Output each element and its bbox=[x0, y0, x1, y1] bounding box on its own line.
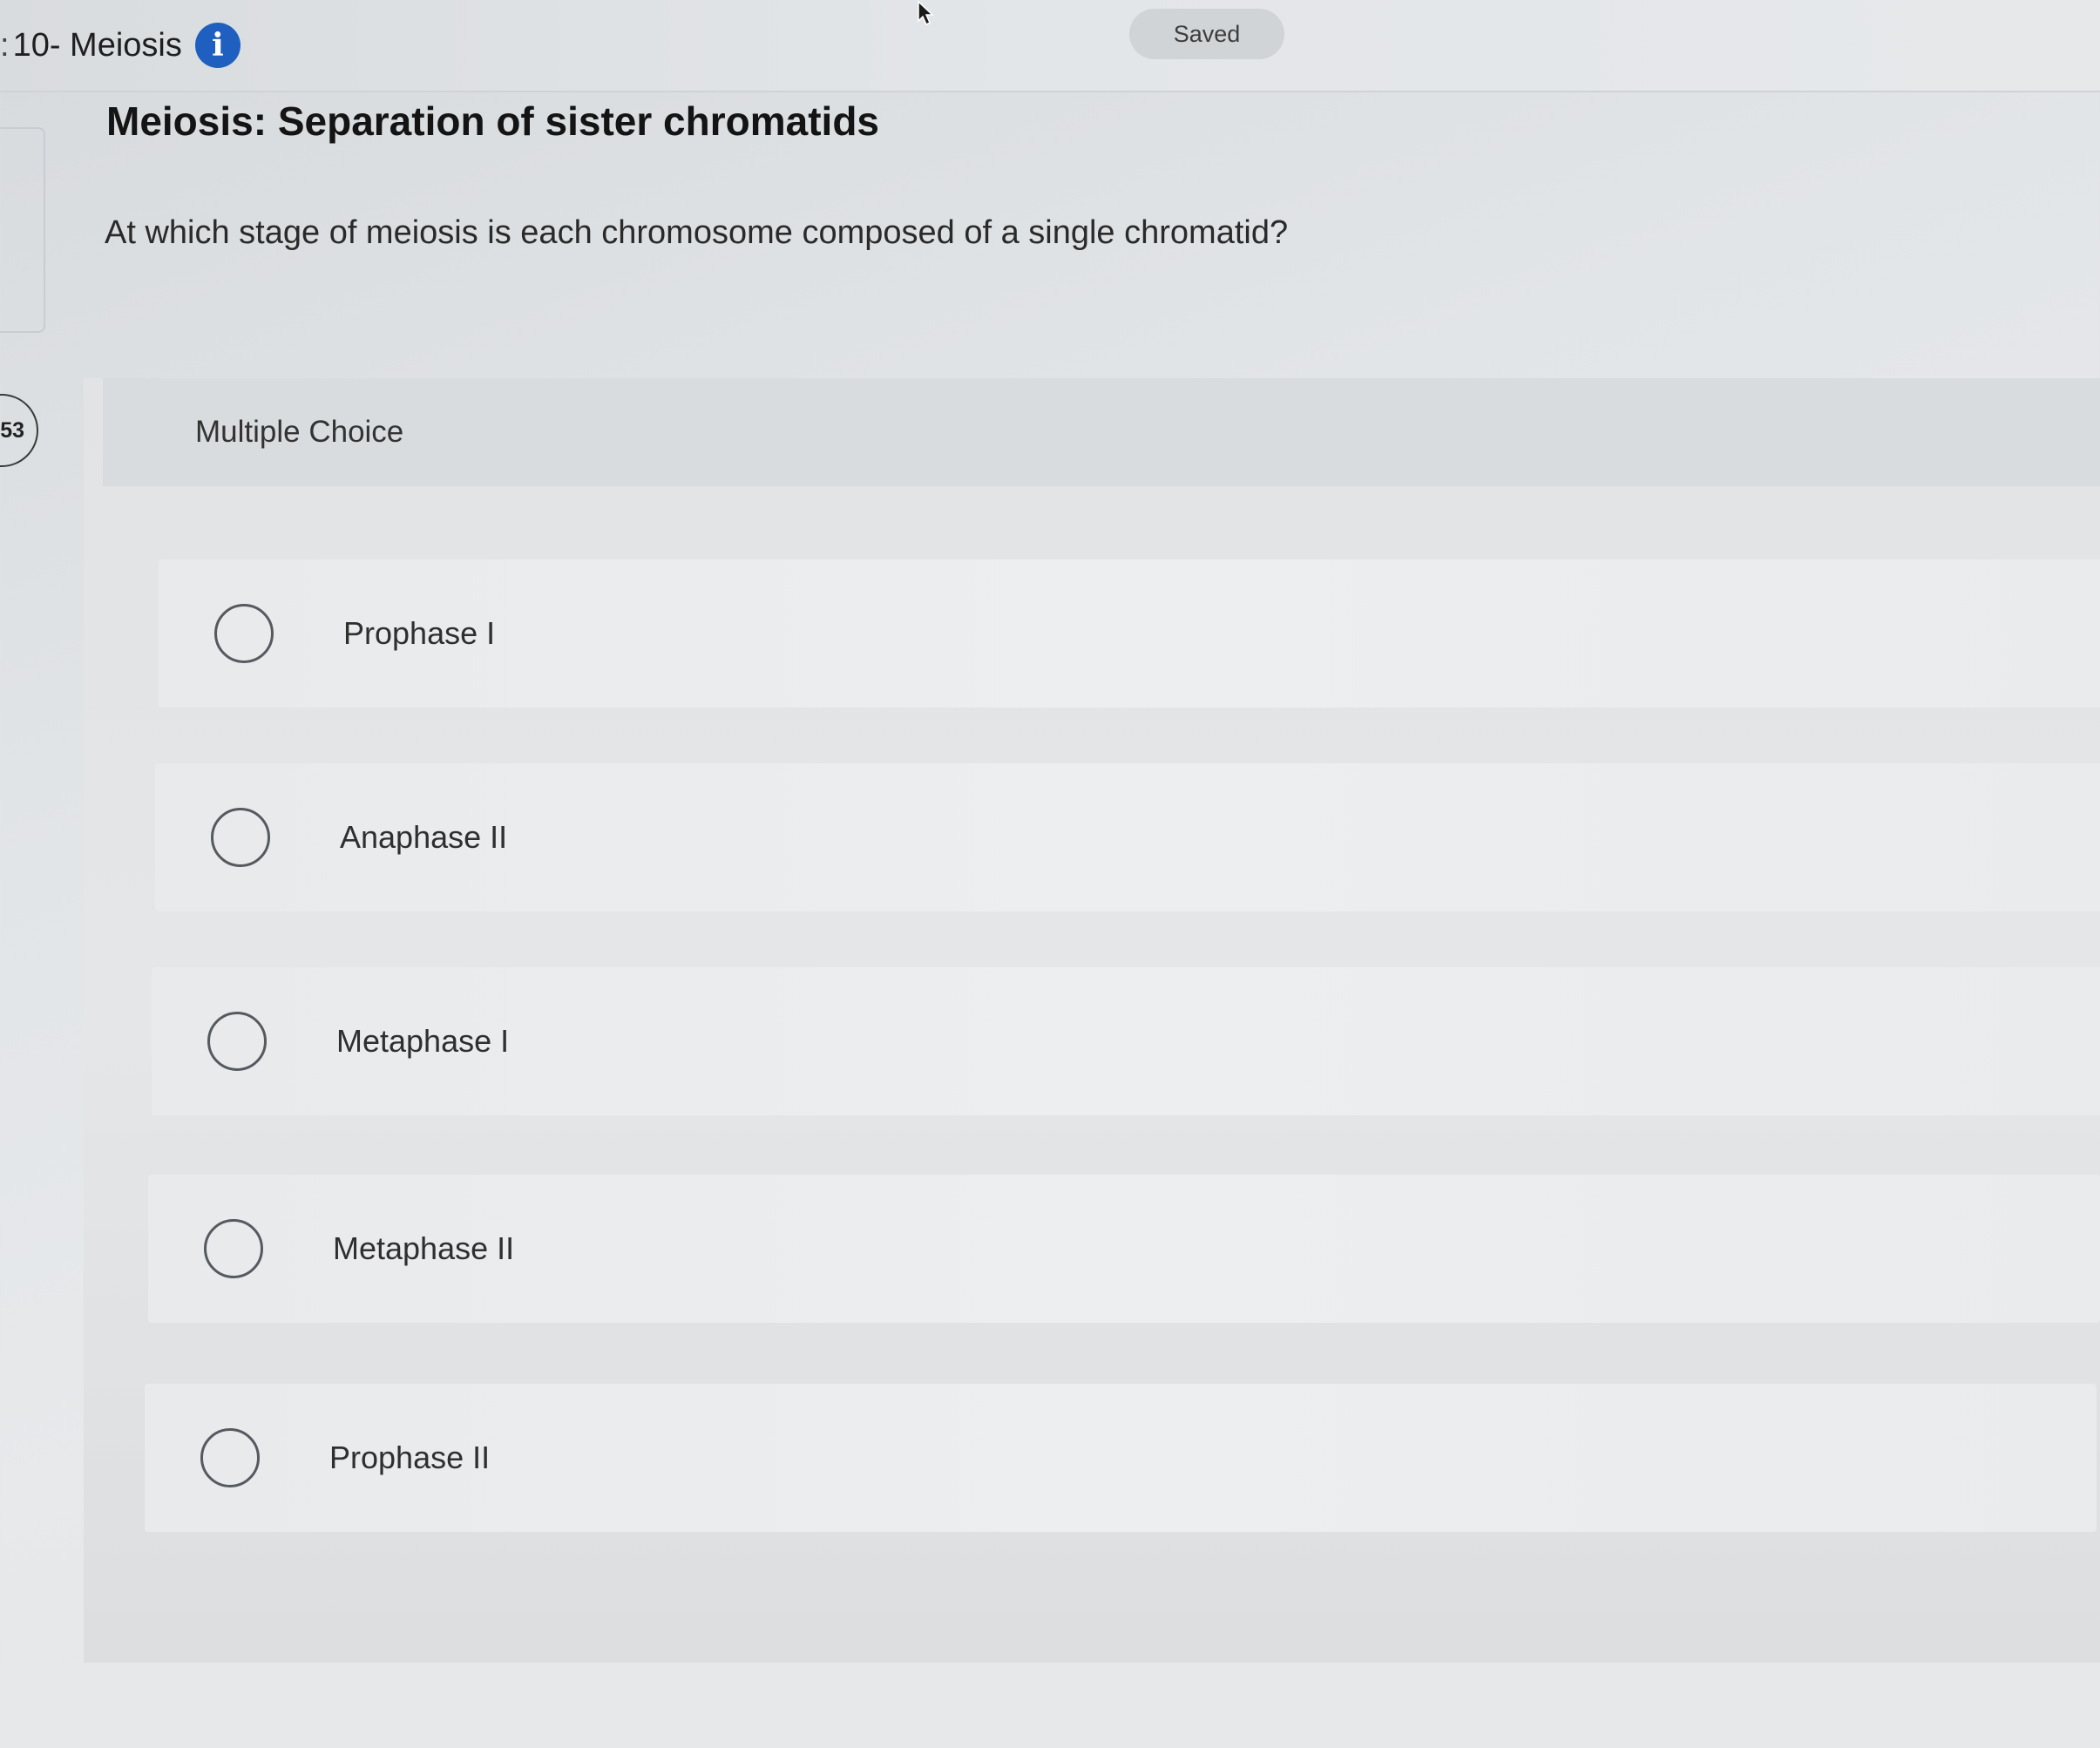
radio-button[interactable] bbox=[204, 1219, 263, 1278]
answer-option-label: Metaphase II bbox=[333, 1230, 515, 1266]
question-prompt: At which stage of meiosis is each chromo… bbox=[105, 214, 1289, 251]
assignment-title: : 10- Meiosis bbox=[0, 23, 182, 68]
title-prefix: : bbox=[0, 26, 10, 64]
assignment-title-text: 10- Meiosis bbox=[12, 26, 182, 64]
answer-option-label: Prophase II bbox=[329, 1440, 491, 1475]
answer-option[interactable]: Prophase I bbox=[159, 559, 2100, 708]
answer-option-label: Anaphase II bbox=[340, 819, 508, 855]
answer-option-label: Metaphase I bbox=[336, 1023, 510, 1059]
answer-option[interactable]: Metaphase I bbox=[152, 967, 2100, 1115]
info-glyph: i bbox=[212, 27, 224, 64]
radio-button[interactable] bbox=[214, 604, 274, 663]
radio-button[interactable] bbox=[200, 1428, 260, 1487]
info-icon[interactable]: i bbox=[195, 23, 240, 68]
top-bar bbox=[0, 0, 2100, 92]
left-side-panel bbox=[0, 127, 45, 333]
radio-button[interactable] bbox=[211, 808, 270, 867]
question-number-badge[interactable]: 53 bbox=[0, 394, 38, 467]
question-title: Meiosis: Separation of sister chromatids bbox=[106, 98, 880, 144]
answer-option[interactable]: Metaphase II bbox=[148, 1175, 2100, 1323]
page-bottom bbox=[0, 1663, 2100, 1748]
answer-option-label: Prophase I bbox=[343, 615, 496, 651]
save-status-badge: Saved bbox=[1129, 9, 1284, 59]
answer-option[interactable]: Prophase II bbox=[145, 1384, 2097, 1532]
radio-button[interactable] bbox=[207, 1012, 267, 1071]
answer-option[interactable]: Anaphase II bbox=[155, 763, 2100, 911]
answer-type-label: Multiple Choice bbox=[195, 415, 404, 449]
mouse-cursor-icon bbox=[918, 0, 934, 26]
